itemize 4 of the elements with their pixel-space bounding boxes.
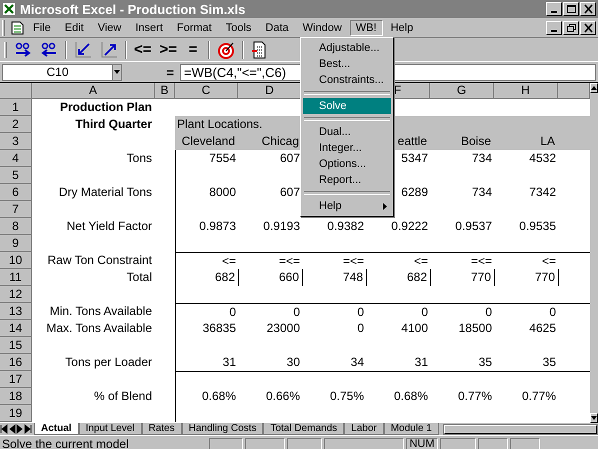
status-indicator: NUM (406, 438, 438, 449)
equals-label: = (165, 64, 175, 80)
status-message: Solve the current model (2, 436, 130, 449)
window-title: Microsoft Excel - Production Sim.xls (20, 2, 246, 16)
